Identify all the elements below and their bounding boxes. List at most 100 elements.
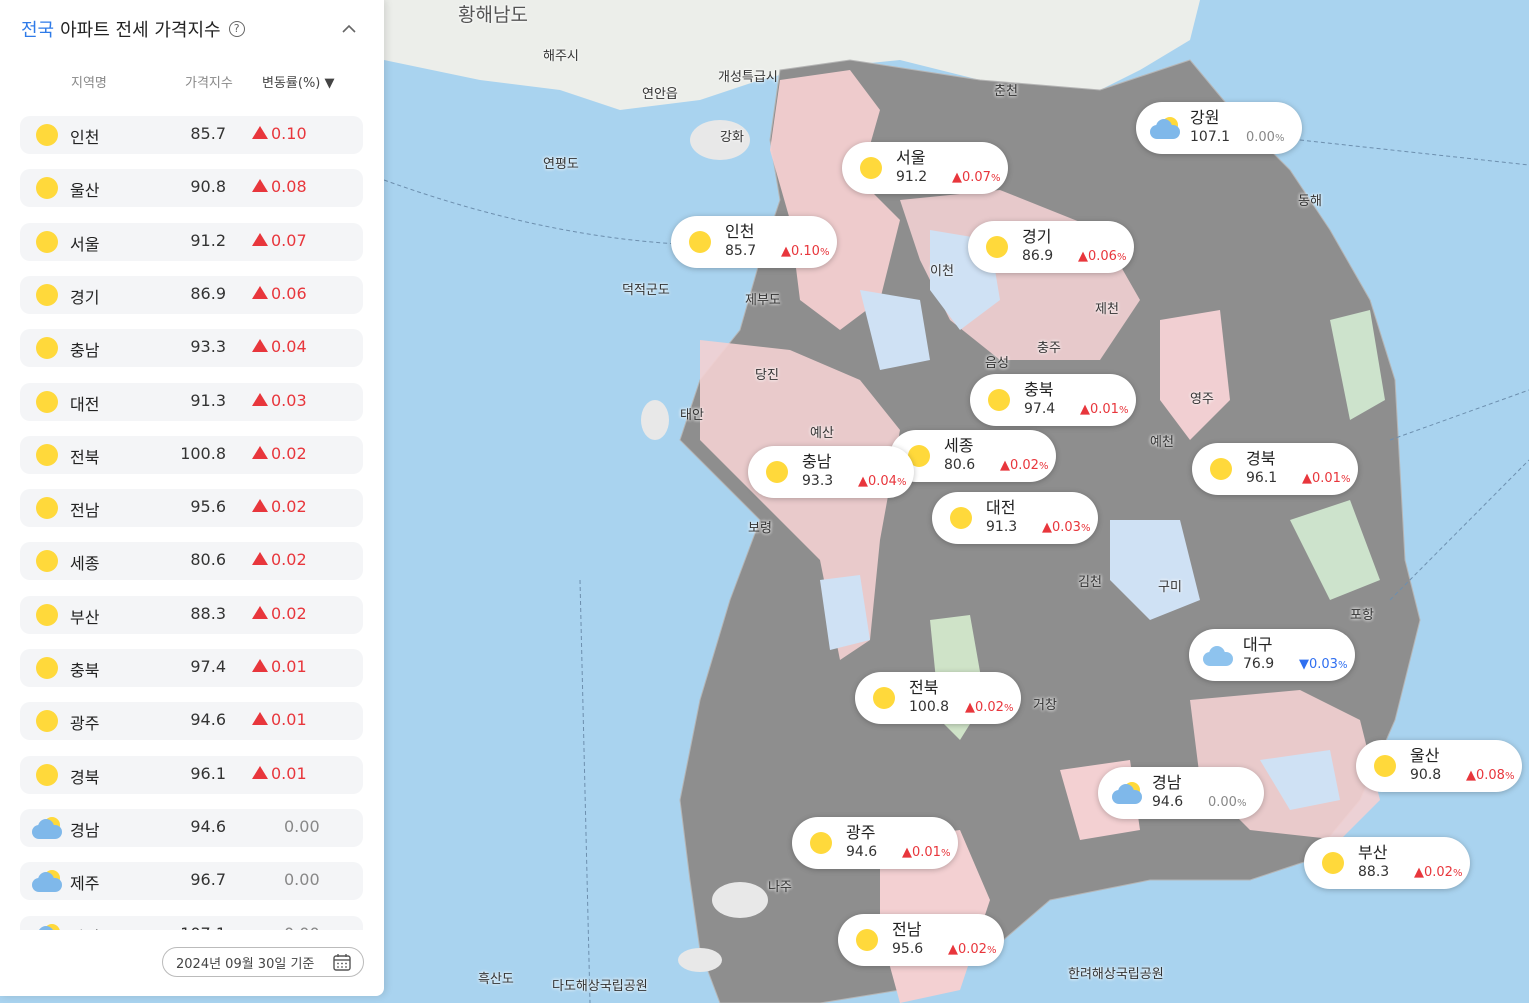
table-row[interactable]: 경기 86.9 0.06 (20, 276, 363, 314)
date-picker[interactable]: 2024년 09월 30일 기준 (162, 947, 364, 977)
region-weather-card[interactable]: 부산 88.3 ▲0.02% (1304, 837, 1470, 889)
region-weather-card[interactable]: 전북 100.8 ▲0.02% (855, 672, 1021, 724)
map-place-label: 태안 (680, 408, 704, 423)
region-weather-card[interactable]: 경남 94.6 0.00% (1098, 767, 1264, 819)
map-place-label: 거창 (1033, 698, 1057, 713)
row-region-name: 울산 (70, 181, 100, 200)
card-change-value: ▲0.07% (952, 170, 1001, 185)
partly-cloudy-icon (1150, 117, 1182, 139)
table-row[interactable]: 대전 91.3 0.03 (20, 383, 363, 421)
table-row[interactable]: 울산 90.8 0.08 (20, 169, 363, 207)
card-region-name: 인천 (725, 222, 755, 241)
region-weather-card[interactable]: 충남 93.3 ▲0.04% (748, 446, 914, 498)
sun-icon (766, 461, 788, 483)
title-region-selector[interactable]: 전국 (21, 16, 54, 42)
row-index-value: 91.3 (190, 391, 226, 410)
map-place-label: 제부도 (745, 293, 781, 308)
row-weather-icon (32, 173, 64, 203)
card-weather-icon (984, 385, 1014, 415)
card-index-value: 94.6 (846, 844, 878, 860)
table-row[interactable]: 세종 80.6 0.02 (20, 542, 363, 580)
row-change-value: 0.08 (252, 177, 307, 196)
table-row[interactable]: 경북 96.1 0.01 (20, 756, 363, 794)
region-weather-card[interactable]: 충북 97.4 ▲0.01% (970, 374, 1136, 426)
map-place-label: 한려해상국립공원 (1068, 967, 1164, 982)
sun-icon (689, 231, 711, 253)
card-region-name: 강원 (1190, 108, 1220, 127)
panel-title: 전국 아파트 전세 가격지수 ? (21, 16, 245, 42)
sun-icon (36, 124, 58, 146)
sun-icon (36, 231, 58, 253)
up-arrow-icon (252, 233, 268, 246)
row-change-value: 0.00 (284, 924, 320, 930)
region-list[interactable]: 인천 85.7 0.10 울산 90.8 0.08 서울 91.2 0.07 경기 86.9 0.06… (20, 116, 364, 930)
row-region-name: 전남 (70, 501, 100, 520)
region-weather-card[interactable]: 울산 90.8 ▲0.08% (1356, 740, 1522, 792)
table-row[interactable]: 인천 85.7 0.10 (20, 116, 363, 154)
sun-icon (988, 389, 1010, 411)
table-row[interactable]: 부산 88.3 0.02 (20, 596, 363, 634)
region-weather-card[interactable]: 전남 95.6 ▲0.02% (838, 914, 1004, 966)
map-place-label: 연평도 (543, 157, 579, 172)
row-change-value: 0.02 (252, 550, 307, 569)
table-row[interactable]: 서울 91.2 0.07 (20, 223, 363, 261)
region-weather-card[interactable]: 광주 94.6 ▲0.01% (792, 817, 958, 869)
card-weather-icon (806, 828, 836, 858)
up-arrow-icon (252, 606, 268, 619)
region-weather-card[interactable]: 인천 85.7 ▲0.10% (671, 216, 837, 268)
row-weather-icon (32, 280, 64, 310)
map-place-label: 황해남도 (458, 4, 528, 26)
card-change-value: ▲0.01% (902, 845, 951, 860)
help-icon[interactable]: ? (228, 21, 245, 37)
card-weather-icon (1318, 848, 1348, 878)
up-arrow-icon (252, 446, 268, 459)
header-change-sort[interactable]: 변동률(%) ▼ (262, 72, 335, 91)
date-label: 2024년 09월 30일 기준 (176, 956, 315, 972)
table-row[interactable]: 충북 97.4 0.01 (20, 649, 363, 687)
card-region-name: 부산 (1358, 843, 1388, 862)
card-region-name: 서울 (896, 148, 926, 167)
row-weather-icon (32, 653, 64, 683)
row-index-value: 95.6 (190, 497, 226, 516)
card-change-value: ▼0.03% (1299, 657, 1348, 672)
map-place-label: 동해 (1298, 194, 1322, 209)
map-place-label: 제천 (1095, 302, 1119, 317)
card-weather-icon (1370, 751, 1400, 781)
table-row[interactable]: 경남 94.6 0.00 (20, 809, 363, 847)
region-weather-card[interactable]: 세종 80.6 ▲0.02% (890, 430, 1056, 482)
card-weather-icon (1206, 454, 1236, 484)
region-weather-card[interactable]: 대구 76.9 ▼0.03% (1189, 629, 1355, 681)
row-weather-icon (32, 440, 64, 470)
row-weather-icon (32, 600, 64, 630)
up-arrow-icon (252, 393, 268, 406)
map-place-label: 예산 (810, 426, 834, 441)
map-place-label: 포항 (1350, 608, 1374, 623)
sun-icon (1322, 852, 1344, 874)
table-row[interactable]: 충남 93.3 0.04 (20, 329, 363, 367)
region-weather-card[interactable]: 경기 86.9 ▲0.06% (968, 221, 1134, 273)
table-row[interactable]: 전남 95.6 0.02 (20, 489, 363, 527)
table-row[interactable]: 광주 94.6 0.01 (20, 702, 363, 740)
table-row[interactable]: 강원 107.1 0.00 (20, 916, 363, 930)
region-weather-card[interactable]: 경북 96.1 ▲0.01% (1192, 443, 1358, 495)
table-row[interactable]: 전북 100.8 0.02 (20, 436, 363, 474)
map-place-label: 보령 (748, 521, 772, 536)
card-region-name: 광주 (846, 823, 876, 842)
region-weather-card[interactable]: 강원 107.1 0.00% (1136, 102, 1302, 154)
region-weather-card[interactable]: 서울 91.2 ▲0.07% (842, 142, 1008, 194)
chevron-up-icon[interactable] (340, 20, 358, 38)
table-row[interactable]: 제주 96.7 0.00 (20, 862, 363, 900)
sun-icon (950, 507, 972, 529)
card-weather-icon (685, 227, 715, 257)
row-index-value: 96.7 (190, 870, 226, 889)
region-weather-card[interactable]: 대전 91.3 ▲0.03% (932, 492, 1098, 544)
row-index-value: 80.6 (190, 550, 226, 569)
sun-icon (36, 764, 58, 786)
up-arrow-icon (252, 499, 268, 512)
up-arrow-icon (252, 659, 268, 672)
row-index-value: 97.4 (190, 657, 226, 676)
row-region-name: 제주 (70, 874, 100, 893)
map-place-label: 강화 (720, 130, 744, 145)
card-index-value: 93.3 (802, 473, 834, 489)
card-region-name: 경기 (1022, 227, 1052, 246)
